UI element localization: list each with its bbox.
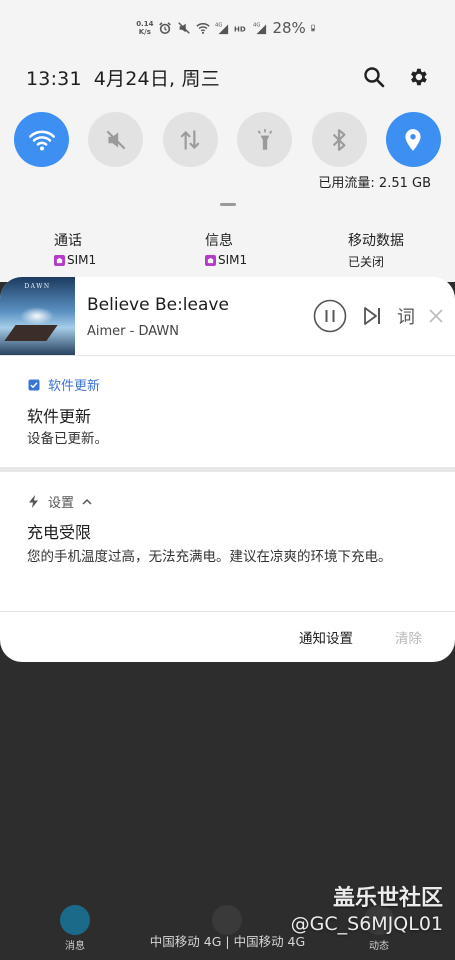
date-time[interactable]: 13:31 4月24日, 周三 <box>26 64 220 91</box>
bluetooth-icon <box>332 128 346 151</box>
data-usage-label: 已用流量: 2.51 GB <box>318 176 431 191</box>
lyrics-button[interactable]: 词 <box>397 303 415 329</box>
wifi-icon <box>196 23 211 34</box>
sim-mobile-data-setting[interactable]: 移动数据 已关闭 <box>348 230 404 270</box>
close-media-button[interactable] <box>429 309 443 323</box>
wifi-icon <box>28 130 55 150</box>
album-art: DAWN <box>0 277 75 355</box>
pause-icon <box>313 299 347 333</box>
flashlight-toggle[interactable] <box>237 112 293 167</box>
header-actions <box>363 66 429 88</box>
svg-text:4G: 4G <box>253 22 260 28</box>
sim-call-label: 通话 <box>54 233 82 249</box>
gear-icon[interactable] <box>407 66 429 88</box>
sim-call-setting[interactable]: 通话 SIM1 <box>54 230 96 267</box>
mobile-data-value: 已关闭 <box>348 255 385 269</box>
sound-toggle[interactable] <box>88 112 144 167</box>
panel-drag-handle[interactable] <box>220 203 236 206</box>
close-icon <box>429 309 443 323</box>
media-player[interactable]: DAWN Believe Be:leave Aimer - DAWN 词 <box>0 277 455 356</box>
flashlight-icon <box>257 128 272 150</box>
notification-body: 您的手机温度过高，无法充满电。建议在凉爽的环境下充电。 <box>27 549 392 565</box>
clock-time: 13:31 <box>26 67 82 90</box>
skip-next-icon <box>364 307 380 325</box>
quick-toggles <box>14 112 441 168</box>
signal-4g-icon: 4G <box>215 22 229 35</box>
location-icon <box>405 128 422 151</box>
notification-charging-limited[interactable]: 设置 充电受限 您的手机温度过高，无法充满电。建议在凉爽的环境下充电。 <box>0 472 455 610</box>
sim-settings-row: 通话 SIM1 信息 SIM1 移动数据 已关闭 <box>0 230 455 270</box>
notification-title: 软件更新 <box>27 407 92 426</box>
hd-icon: HD <box>234 26 246 34</box>
sim-message-setting[interactable]: 信息 SIM1 <box>205 230 247 267</box>
date-label: 4月24日, 周三 <box>93 67 220 90</box>
svg-text:HD: HD <box>234 26 246 34</box>
media-controls: 词 <box>313 299 443 333</box>
notification-app-name: 设置 <box>48 496 75 511</box>
notification-app-name: 软件更新 <box>48 379 101 394</box>
data-transfer-icon <box>181 129 200 150</box>
alarm-icon <box>159 22 172 35</box>
mute-icon <box>106 130 126 149</box>
search-icon[interactable] <box>363 66 385 88</box>
bluetooth-toggle[interactable] <box>311 112 367 167</box>
notification-app-header: 设置 <box>28 492 92 511</box>
update-check-icon <box>28 379 40 390</box>
sim-message-value: SIM1 <box>218 253 248 267</box>
battery-icon <box>311 24 315 32</box>
notification-body: 设备已更新。 <box>27 431 108 447</box>
sim-message-label: 信息 <box>205 233 233 249</box>
mobile-data-label: 移动数据 <box>348 233 404 249</box>
song-title: Believe Be:leave <box>87 295 229 315</box>
notification-panel: DAWN Believe Be:leave Aimer - DAWN 词 软件更… <box>0 277 455 662</box>
quick-panel-header: 13:31 4月24日, 周三 <box>26 62 429 92</box>
notification-title: 充电受限 <box>27 523 92 542</box>
mobile-data-toggle[interactable] <box>162 112 218 167</box>
notification-app-header: 软件更新 <box>28 375 100 394</box>
battery-percent: 28% <box>272 19 306 37</box>
wifi-toggle[interactable] <box>14 112 69 167</box>
notification-software-update[interactable]: 软件更新 软件更新 设备已更新。 <box>0 356 455 467</box>
next-track-button[interactable] <box>361 305 383 327</box>
sim-call-value: SIM1 <box>67 253 97 267</box>
net-speed: 0.14 K/s <box>136 20 154 36</box>
sim-card-icon <box>205 254 216 266</box>
pause-button[interactable] <box>313 299 347 333</box>
status-bar: 0.14 K/s 4G HD 4G 28% <box>0 16 455 40</box>
song-artist: Aimer - DAWN <box>87 324 180 339</box>
sim-card-icon <box>54 254 65 266</box>
notification-actions: 通知设置 清除 <box>0 627 455 647</box>
clear-all-button[interactable]: 清除 <box>395 627 422 647</box>
location-toggle[interactable] <box>385 112 441 167</box>
divider <box>0 611 455 612</box>
svg-text:4G: 4G <box>215 22 222 28</box>
mute-icon <box>178 22 191 34</box>
album-art-title: DAWN <box>24 283 51 290</box>
watermark-site: 盖乐世社区 <box>332 886 443 911</box>
signal-4g-icon: 4G <box>253 22 267 35</box>
watermark-user: @GC_S6MJQL01 <box>290 913 443 935</box>
charging-bolt-icon <box>29 495 38 508</box>
notification-settings-button[interactable]: 通知设置 <box>299 627 353 647</box>
chevron-up-icon[interactable] <box>82 498 92 506</box>
